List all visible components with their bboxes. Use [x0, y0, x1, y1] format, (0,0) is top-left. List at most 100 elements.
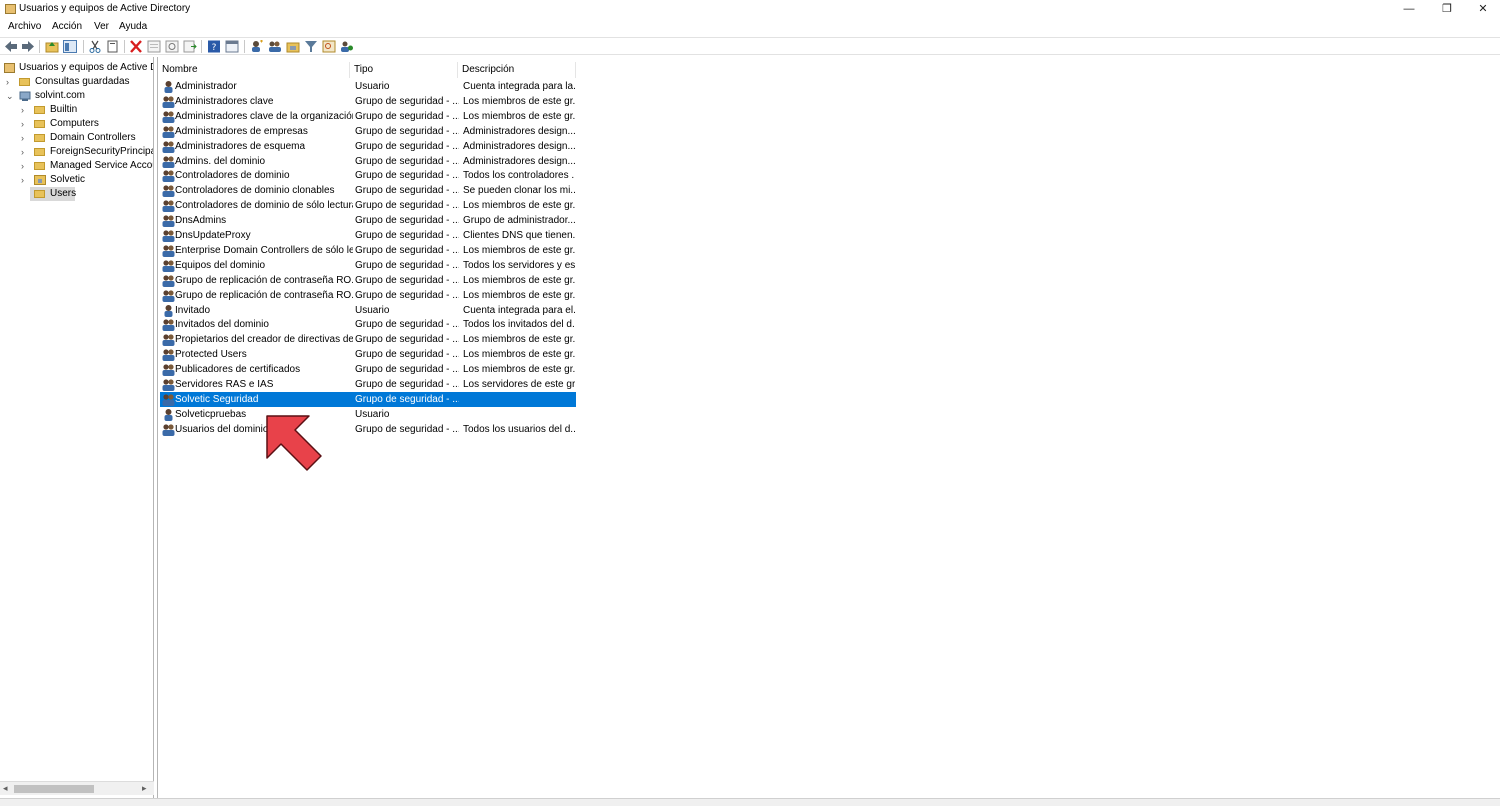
filter-icon[interactable] [304, 40, 318, 53]
row-type: Grupo de seguridad - ... [355, 244, 459, 256]
table-row[interactable]: Administradores clave Grupo de seguridad … [160, 94, 576, 109]
tree-item-saved-queries[interactable]: › Consultas guardadas [4, 75, 153, 89]
table-row[interactable]: Admins. del dominio Grupo de seguridad - … [160, 154, 576, 169]
table-row[interactable]: Administradores de empresas Grupo de segu… [160, 124, 576, 139]
tree-item-label: Builtin [50, 104, 78, 115]
chevron-right-icon[interactable]: › [21, 145, 31, 159]
close-button[interactable]: ✕ [1464, 0, 1500, 18]
row-description: Los miembros de este gr... [463, 334, 575, 346]
menu-archivo[interactable]: Archivo [8, 21, 41, 32]
table-row[interactable]: Administrador Usuario Cuenta integrada par… [160, 79, 576, 94]
table-row[interactable]: Grupo de replicación de contraseña RO...… [160, 288, 576, 303]
column-header-nombre[interactable]: Nombre [158, 62, 350, 78]
scroll-left-icon[interactable]: ◂ [3, 783, 8, 794]
table-row[interactable]: Servidores RAS e IAS Grupo de seguridad -… [160, 377, 576, 392]
help-icon[interactable]: ? [207, 40, 221, 53]
toolbar: ? [0, 37, 1500, 55]
table-row[interactable]: Invitado Usuario Cuenta integrada para el.… [160, 303, 576, 318]
chevron-right-icon[interactable]: › [21, 131, 31, 145]
table-row[interactable]: Controladores de dominio clonables Grupo … [160, 183, 576, 198]
new-user-icon[interactable] [250, 40, 264, 53]
folder-icon [19, 78, 30, 86]
table-row[interactable]: Administradores de esquema Grupo de segur… [160, 139, 576, 154]
row-type: Usuario [355, 304, 390, 316]
show-console-tree-icon[interactable] [63, 40, 77, 53]
cut-icon[interactable] [88, 40, 102, 53]
delete-icon[interactable] [129, 40, 143, 53]
row-description: Los miembros de este gr... [463, 364, 575, 376]
table-row[interactable]: Invitados del dominio Grupo de seguridad … [160, 317, 576, 332]
tree-horizontal-scrollbar[interactable]: ◂ ▸ [0, 781, 154, 795]
row-description: Todos los controladores ... [463, 170, 575, 182]
restore-button[interactable]: ❐ [1428, 0, 1466, 18]
tree-item-managed-service-accounts[interactable]: › Managed Service Accounts [4, 159, 153, 173]
row-description: Todos los usuarios del d... [463, 423, 575, 435]
svg-text:?: ? [212, 43, 217, 53]
row-name: DnsAdmins [175, 215, 227, 227]
results-list[interactable]: Nombre Tipo Descripción Administrador Usu… [157, 57, 1500, 798]
tree-root[interactable]: Usuarios y equipos de Active Directory [4, 61, 153, 75]
chevron-right-icon[interactable]: › [6, 75, 16, 89]
row-type: Grupo de seguridad - ... [355, 140, 459, 152]
refresh-icon[interactable] [165, 40, 179, 53]
scrollbar-thumb[interactable] [14, 785, 94, 793]
status-bar [0, 798, 1500, 806]
table-row[interactable]: DnsAdmins Grupo de seguridad - ... Grupo d… [160, 213, 576, 228]
tree-item-computers[interactable]: › Computers [4, 117, 153, 131]
menu-accion[interactable]: Acción [52, 21, 82, 32]
up-folder-icon[interactable] [45, 40, 59, 53]
column-header-tipo[interactable]: Tipo [350, 62, 458, 78]
back-icon[interactable] [4, 40, 18, 53]
chevron-right-icon[interactable]: › [21, 103, 31, 117]
find-icon[interactable] [322, 40, 336, 53]
chevron-right-icon[interactable]: › [21, 173, 31, 187]
table-row[interactable]: Controladores de dominio de sólo lectura… [160, 198, 576, 213]
chevron-down-icon[interactable]: ⌄ [6, 89, 16, 103]
tree-item-solvetic[interactable]: › Solvetic [4, 173, 153, 187]
view-icon[interactable] [225, 40, 239, 53]
export-list-icon[interactable] [183, 40, 197, 53]
forward-icon[interactable] [21, 40, 35, 53]
row-description: Los miembros de este gr... [463, 200, 575, 212]
folder-icon [34, 190, 45, 198]
chevron-right-icon[interactable]: › [21, 117, 31, 131]
table-row[interactable]: Usuarios del dominio Grupo de seguridad -… [160, 422, 576, 437]
row-name: Controladores de dominio de sólo lectura [175, 200, 353, 212]
table-row[interactable]: Controladores de dominio Grupo de segurid… [160, 168, 576, 183]
console-tree[interactable]: Usuarios y equipos de Active Directory ›… [0, 57, 154, 798]
domain-icon [19, 91, 31, 101]
table-row[interactable]: Publicadores de certificados Grupo de seg… [160, 362, 576, 377]
table-row[interactable]: DnsUpdateProxy Grupo de seguridad - ... Cl… [160, 228, 576, 243]
tree-item-foreign-security-principals[interactable]: › ForeignSecurityPrincipals [4, 145, 153, 159]
row-name: Enterprise Domain Controllers de sólo le… [175, 244, 353, 256]
column-header-descripcion[interactable]: Descripción [458, 62, 576, 78]
table-row[interactable]: Enterprise Domain Controllers de sólo le… [160, 243, 576, 258]
table-row[interactable]: Grupo de replicación de contraseña RO...… [160, 273, 576, 288]
tree-item-users[interactable]: Users [30, 187, 76, 201]
toolbar-separator [39, 40, 40, 53]
table-row[interactable]: Protected Users Grupo de seguridad - ... L… [160, 347, 576, 362]
folder-icon [34, 162, 45, 170]
new-ou-icon[interactable] [286, 40, 300, 53]
table-row[interactable]: Solvetic Seguridad Grupo de seguridad - .… [160, 391, 576, 407]
table-row[interactable]: Solveticpruebas Usuario [160, 407, 576, 422]
minimize-button[interactable]: — [1390, 0, 1428, 18]
table-row[interactable]: Equipos del dominio Grupo de seguridad - … [160, 258, 576, 273]
table-row[interactable]: Administradores clave de la organización… [160, 109, 576, 124]
annotation-arrow [266, 415, 322, 471]
row-description: Los miembros de este gr... [463, 244, 575, 256]
tree-item-domain[interactable]: ⌄ solvint.com [4, 89, 153, 103]
new-group-icon[interactable] [268, 40, 282, 53]
menu-ver[interactable]: Ver [94, 21, 109, 32]
row-description: Los miembros de este gr... [463, 349, 575, 361]
copy-icon[interactable] [106, 40, 120, 53]
table-row[interactable]: Propietarios del creador de directivas d… [160, 332, 576, 347]
tree-item-builtin[interactable]: › Builtin [4, 103, 153, 117]
add-to-group-icon[interactable] [340, 40, 354, 53]
menu-ayuda[interactable]: Ayuda [119, 21, 147, 32]
scroll-right-icon[interactable]: ▸ [142, 783, 147, 794]
chevron-right-icon[interactable]: › [21, 159, 31, 173]
row-description: Cuenta integrada para el... [463, 304, 575, 316]
properties-icon[interactable] [147, 40, 161, 53]
tree-item-domain-controllers[interactable]: › Domain Controllers [4, 131, 153, 145]
